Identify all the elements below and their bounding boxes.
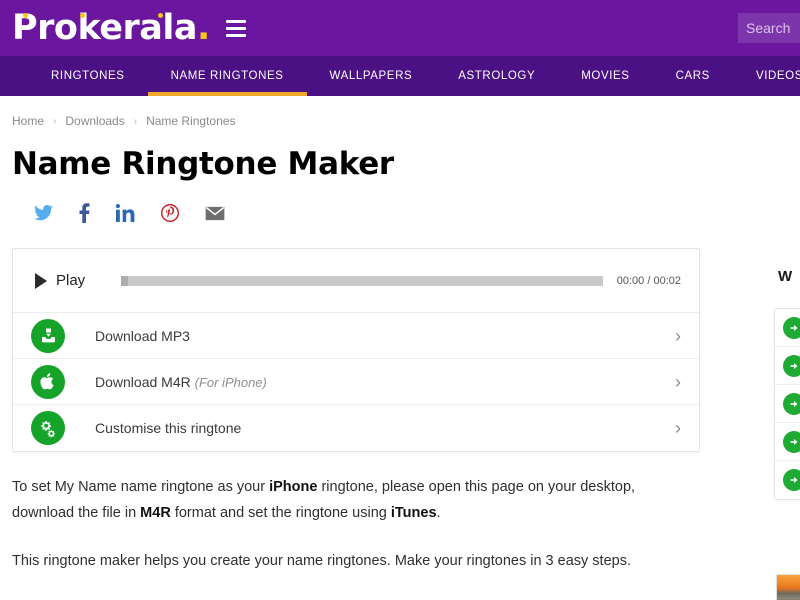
main-content: Home › Downloads › Name Ringtones Name R…: [0, 96, 712, 574]
p1-seg4: .: [436, 505, 441, 521]
chevron-right-icon: ›: [133, 115, 138, 127]
sidebar-list-item[interactable]: [775, 423, 800, 461]
ringtone-card: Play 00:00 / 00:02 Download MP3 › Downlo…: [12, 248, 700, 452]
breadcrumb-item-downloads[interactable]: Downloads: [65, 114, 124, 128]
hamburger-bar: [225, 33, 246, 37]
sidebar-list-panel: [774, 308, 800, 500]
share-buttons: [12, 202, 712, 224]
nav-item-videos[interactable]: VIDEOS: [733, 56, 800, 96]
linkedin-icon[interactable]: [116, 204, 135, 222]
download-mp3-label: Download MP3: [95, 327, 190, 344]
logo-spark-icon: [158, 12, 163, 18]
p1-seg1: To set My Name name ringtone as your: [12, 479, 270, 495]
customise-ringtone-row[interactable]: Customise this ringtone ›: [13, 405, 699, 451]
sidebar-list-item[interactable]: [775, 347, 800, 385]
nav-item-ringtones[interactable]: RINGTONES: [28, 56, 148, 96]
chevron-right-icon: ›: [53, 115, 57, 127]
breadcrumb-item-home[interactable]: Home: [12, 114, 44, 128]
apple-icon: [31, 364, 65, 399]
nav-item-name-ringtones[interactable]: NAME RINGTONES: [147, 56, 307, 96]
page-body: Home › Downloads › Name Ringtones Name R…: [0, 96, 800, 600]
hamburger-bar: [225, 19, 246, 23]
sidebar-heading: W: [778, 268, 793, 285]
sidebar-list-item[interactable]: [775, 309, 800, 347]
customise-ringtone-label: Customise this ringtone: [95, 420, 242, 436]
hamburger-menu-icon[interactable]: [225, 19, 246, 37]
chevron-right-icon: ›: [675, 325, 681, 346]
top-header-bar: Prokerala.: [0, 0, 800, 56]
download-m4r-label: Download M4R (For iPhone): [95, 374, 675, 390]
twitter-icon[interactable]: [34, 205, 53, 221]
sidebar-list-item[interactable]: [775, 385, 800, 423]
facebook-icon[interactable]: [79, 203, 90, 223]
audio-player: Play 00:00 / 00:02: [13, 249, 699, 313]
download-m4r-text: Download M4R: [95, 373, 195, 390]
play-button[interactable]: Play: [35, 272, 117, 289]
hamburger-bar: [225, 26, 246, 30]
sidebar-list-item[interactable]: [775, 461, 800, 499]
thumbnail-sunset[interactable]: [776, 574, 800, 600]
gears-icon: [31, 411, 65, 445]
brand-name: Prokerala: [12, 7, 198, 48]
page-title: Name Ringtone Maker: [12, 146, 394, 182]
progress-slider[interactable]: [121, 275, 603, 286]
green-arrow-icon: [783, 392, 800, 415]
logo-spark-icon: [23, 12, 28, 18]
description-paragraph: This ringtone maker helps you create you…: [12, 553, 631, 569]
breadcrumb: Home › Downloads › Name Ringtones: [12, 114, 712, 128]
download-m4r-row[interactable]: Download M4R (For iPhone) ›: [13, 359, 699, 405]
search-input[interactable]: [738, 13, 800, 43]
chevron-right-icon: ›: [675, 371, 681, 392]
pinterest-icon[interactable]: [161, 204, 179, 222]
download-m4r-note: (For iPhone): [194, 374, 267, 390]
nav-item-cars[interactable]: CARS: [653, 56, 733, 96]
instructions-paragraph: To set My Name name ringtone as your iPh…: [12, 474, 672, 526]
nav-item-astrology[interactable]: ASTROLOGY: [435, 56, 558, 96]
nav-item-movies[interactable]: MOVIES: [558, 56, 652, 96]
email-icon[interactable]: [205, 206, 225, 221]
breadcrumb-item-name-ringtones[interactable]: Name Ringtones: [146, 114, 235, 128]
green-arrow-icon: [783, 316, 800, 339]
logo-spark-icon: [80, 12, 85, 18]
p1-iphone: iPhone: [269, 479, 318, 495]
green-arrow-icon: [783, 430, 800, 453]
p1-seg3: format and set the ringtone using: [170, 505, 391, 521]
chevron-right-icon: ›: [675, 418, 681, 438]
play-label: Play: [56, 272, 86, 289]
brand-dot: .: [197, 7, 210, 48]
nav-item-wallpapers[interactable]: WALLPAPERS: [307, 56, 436, 96]
download-mp3-row[interactable]: Download MP3 ›: [13, 313, 699, 359]
green-arrow-icon: [783, 354, 800, 377]
download-inbox-icon: [31, 318, 65, 353]
p1-m4r: M4R: [140, 505, 171, 521]
green-arrow-icon: [783, 469, 800, 491]
progress-fill: [121, 275, 128, 286]
brand-logo[interactable]: Prokerala.: [12, 7, 210, 48]
main-navigation: RINGTONES NAME RINGTONES WALLPAPERS ASTR…: [0, 56, 800, 96]
time-display: 00:00 / 00:02: [616, 274, 681, 287]
p1-itunes: iTunes: [390, 505, 437, 521]
play-icon: [35, 272, 47, 289]
